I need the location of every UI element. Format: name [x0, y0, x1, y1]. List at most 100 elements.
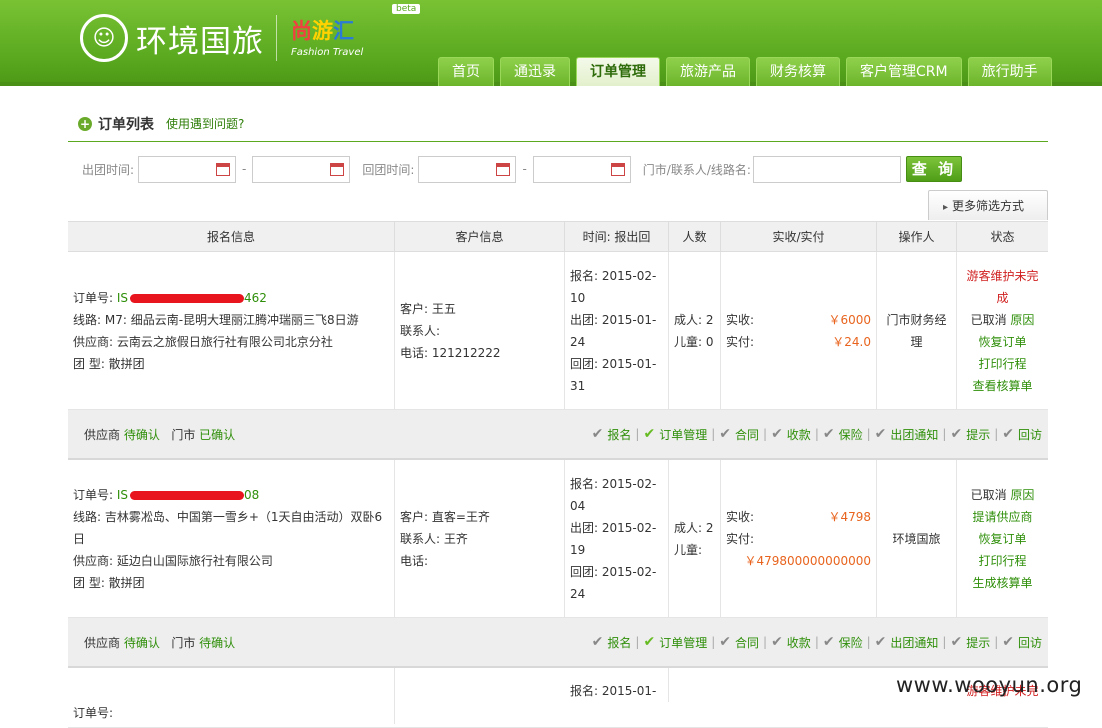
main-nav: 首页 通迅录 订单管理 旅游产品 财务核算 客户管理CRM 旅行助手: [438, 57, 1052, 86]
step-order-manage[interactable]: ✔ 订单管理: [643, 634, 707, 651]
cancelled-status: 已取消: [970, 487, 1007, 502]
range-dash: -: [522, 162, 527, 176]
supplier-confirm-label: 供应商: [84, 635, 121, 650]
step-departure-notice[interactable]: ✔ 出团通知: [875, 634, 939, 651]
col-time: 时间: 报出回: [565, 222, 669, 251]
help-link[interactable]: 使用遇到问题?: [166, 115, 244, 132]
step-insurance[interactable]: ✔ 保险: [823, 634, 863, 651]
group-type-text: 团 型: 散拼团: [73, 356, 145, 371]
shop-confirm-state[interactable]: 待确认: [199, 636, 235, 650]
view-accounting-link[interactable]: 查看核算单: [972, 375, 1032, 397]
range-dash: -: [242, 162, 247, 176]
received-amount: ￥4798: [828, 509, 871, 524]
col-signup-info: 报名信息: [68, 222, 395, 251]
shop-confirm-label: 门市: [171, 427, 196, 442]
paid-label: 实付:: [726, 531, 755, 546]
child-count: 儿童: 0: [674, 334, 714, 349]
customer-text: 客户: 直客=王齐: [400, 509, 490, 524]
check-icon: ✔: [874, 426, 887, 442]
return-start-date[interactable]: [418, 155, 517, 183]
order-number-link[interactable]: IS 462: [117, 291, 267, 305]
table-row: 订单号: IS 08 线路: 吉林雾凇岛、中国第一雪乡+（1天自由活动）双卧6日 …: [68, 460, 1048, 618]
restore-order-link[interactable]: 恢复订单: [978, 331, 1026, 353]
received-amount: ￥6000: [828, 312, 871, 327]
fashion-char-1: 尚: [291, 19, 312, 43]
contact-text: 联系人:: [400, 323, 441, 338]
calendar-icon[interactable]: [496, 162, 511, 176]
step-followup[interactable]: ✔ 回访: [1002, 634, 1042, 651]
return-time-label: 回团时间:: [362, 162, 415, 177]
depart-end-date[interactable]: [252, 155, 351, 183]
return-end-date[interactable]: [532, 155, 631, 183]
operator-cell: 门市财务经理: [877, 252, 957, 409]
signup-date: 报名: 2015-02-04: [570, 476, 657, 513]
nav-home[interactable]: 首页: [438, 57, 494, 86]
operator-cell: 环境国旅: [877, 460, 957, 617]
table-header: 报名信息 客户信息 时间: 报出回 人数 实收/实付 操作人 状态: [68, 221, 1048, 252]
depart-time-label: 出团时间:: [82, 162, 135, 177]
submit-supplier-link[interactable]: 提请供应商: [972, 506, 1032, 528]
step-payment[interactable]: ✔ 收款: [771, 426, 811, 443]
group-type-text: 团 型: 散拼团: [73, 575, 145, 590]
reason-link[interactable]: 原因: [1010, 313, 1034, 327]
order-progress-bar: 供应商 待确认 门市 待确认 ✔ 报名 | ✔ 订单管理 | ✔ 合同 | ✔ 收款 | ✔ 保险…: [68, 618, 1048, 668]
count-cell: 成人: 2 儿童: 0: [669, 252, 721, 409]
payment-cell: 实收: ￥4798 实付: ￥479800000000000: [721, 460, 877, 617]
step-insurance[interactable]: ✔ 保险: [823, 426, 863, 443]
signup-info-cell: 订单号: IS 08 线路: 吉林雾凇岛、中国第一雪乡+（1天自由活动）双卧6日 …: [68, 460, 395, 617]
print-itinerary-link[interactable]: 打印行程: [978, 550, 1026, 572]
order-label: 订单号:: [73, 290, 114, 305]
query-button[interactable]: 查 询: [905, 156, 962, 182]
more-filters-button[interactable]: 更多筛选方式: [928, 190, 1048, 220]
supplier-confirm-state[interactable]: 待确认: [124, 428, 160, 442]
keyword-input[interactable]: [752, 155, 901, 183]
step-order-manage[interactable]: ✔ 订单管理: [643, 426, 707, 443]
paid-amount: ￥24.0: [832, 334, 871, 349]
step-reminder[interactable]: ✔ 提示: [950, 634, 990, 651]
child-count: 儿童:: [674, 542, 703, 557]
reason-link[interactable]: 原因: [1010, 488, 1034, 502]
step-departure-notice[interactable]: ✔ 出团通知: [875, 426, 939, 443]
nav-assistant[interactable]: 旅行助手: [967, 57, 1052, 86]
check-icon: ✔: [591, 634, 604, 650]
return-date: 回团: 2015-01-31: [570, 356, 657, 393]
cancelled-status: 已取消: [970, 312, 1007, 327]
filter-bar: 出团时间: - 回团时间: - 门市/联系人/线路名: 查 询: [82, 155, 962, 183]
calendar-icon[interactable]: [216, 162, 231, 176]
step-signup[interactable]: ✔ 报名: [592, 634, 632, 651]
step-payment[interactable]: ✔ 收款: [771, 634, 811, 651]
fashion-char-2: 游: [312, 19, 333, 43]
supplier-text: 供应商: 延边白山国际旅行社有限公司: [73, 553, 273, 568]
nav-orders[interactable]: 订单管理: [576, 57, 660, 86]
nav-products[interactable]: 旅游产品: [666, 57, 750, 86]
step-contract[interactable]: ✔ 合同: [719, 634, 759, 651]
supplier-confirm-state[interactable]: 待确认: [124, 636, 160, 650]
order-number-link[interactable]: IS 08: [117, 488, 259, 502]
step-signup[interactable]: ✔ 报名: [592, 426, 632, 443]
count-cell: 成人: 2 儿童:: [669, 460, 721, 617]
restore-order-link[interactable]: 恢复订单: [978, 528, 1026, 550]
step-reminder[interactable]: ✔ 提示: [950, 426, 990, 443]
depart-start-date[interactable]: [138, 155, 237, 183]
status-cell: 游客维护未完成 已取消 原因 恢复订单 打印行程 查看核算单: [957, 252, 1048, 409]
generate-accounting-link[interactable]: 生成核算单: [972, 572, 1032, 594]
nav-finance[interactable]: 财务核算: [756, 57, 840, 86]
check-icon: ✔: [591, 426, 604, 442]
step-contract[interactable]: ✔ 合同: [719, 426, 759, 443]
shop-confirm-state[interactable]: 已确认: [199, 428, 235, 442]
print-itinerary-link[interactable]: 打印行程: [978, 353, 1026, 375]
supplier-confirm-label: 供应商: [84, 427, 121, 442]
calendar-icon[interactable]: [610, 162, 625, 176]
adult-count: 成人: 2: [674, 520, 714, 535]
signup-date: 报名: 2015-01-: [570, 684, 657, 698]
fashion-char-3: 汇: [333, 19, 354, 43]
nav-crm[interactable]: 客户管理CRM: [846, 57, 962, 86]
nav-contacts[interactable]: 通迅录: [500, 57, 570, 86]
phone-text: 电话: 121212222: [400, 345, 501, 360]
calendar-icon[interactable]: [330, 162, 345, 176]
step-followup[interactable]: ✔ 回访: [1002, 426, 1042, 443]
tourist-maintenance-status: 游客维护未完成: [966, 268, 1039, 305]
logo[interactable]: ☺ 环境国旅 尚游汇 Fashion Travel: [80, 14, 369, 62]
page-title-bar: + 订单列表 使用遇到问题?: [68, 106, 1048, 142]
keyword-label: 门市/联系人/线路名:: [642, 162, 751, 177]
